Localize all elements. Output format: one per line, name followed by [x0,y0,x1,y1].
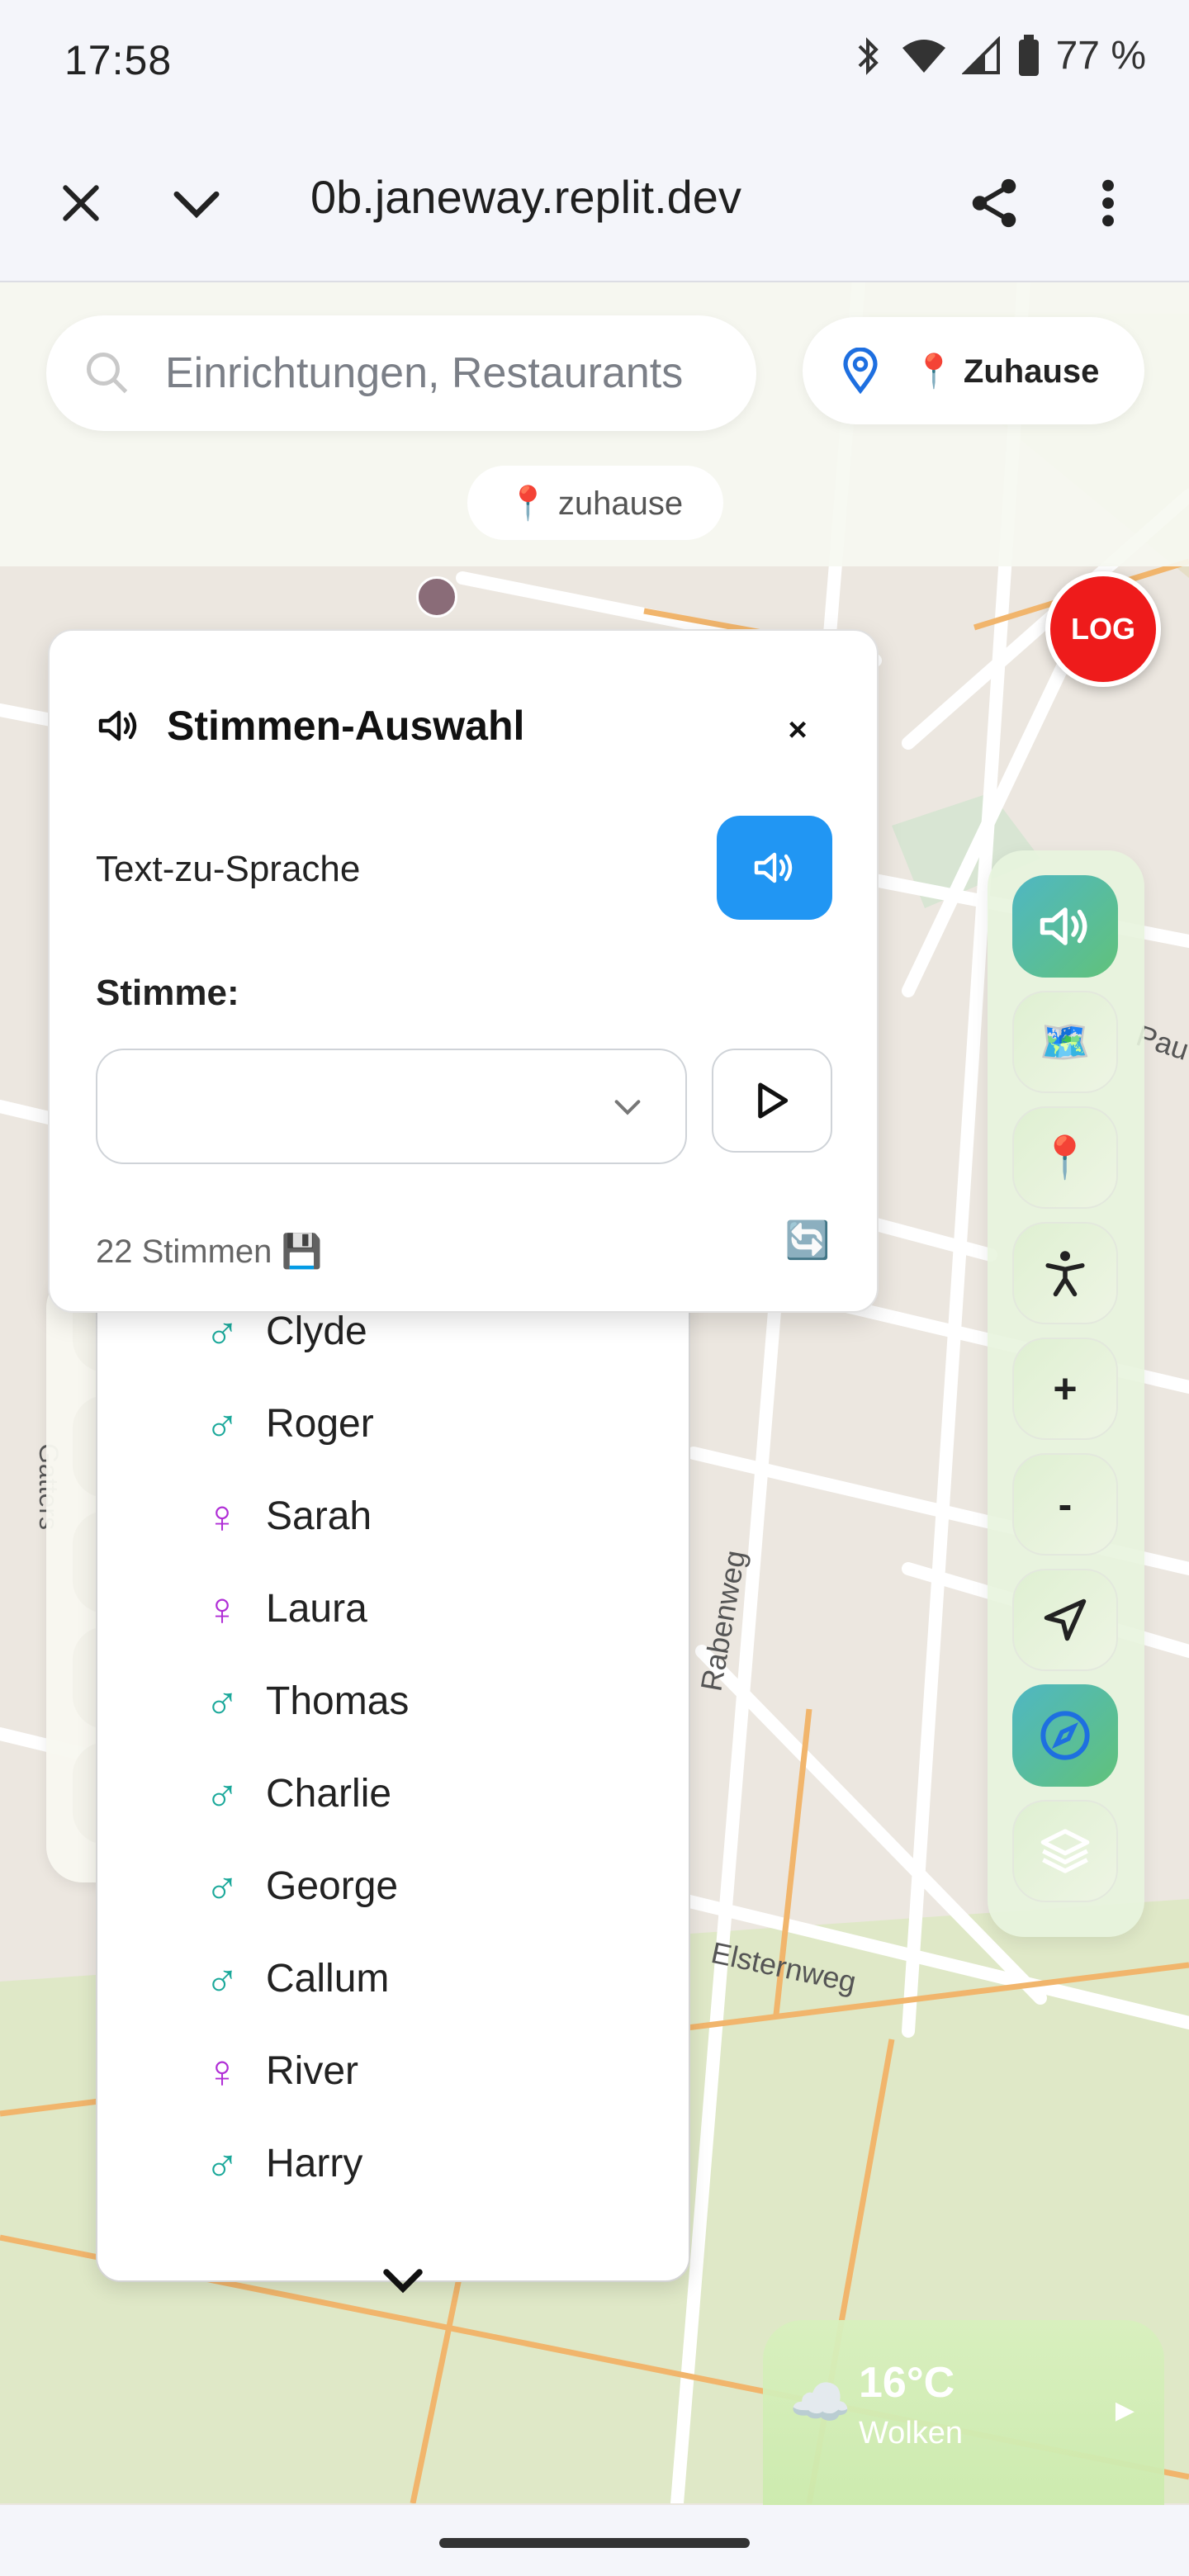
url-bar[interactable]: 0b.janeway.replit.dev [310,170,822,224]
male-icon: ♂ [205,2137,239,2190]
list-item[interactable]: ♂ Thomas [205,1660,409,1742]
play-icon [758,1082,789,1119]
accessibility-button[interactable] [1012,1222,1118,1324]
list-item[interactable]: ♂ Charlie [205,1752,391,1835]
list-item[interactable]: ♀ Laura [205,1567,367,1650]
expand-arrow-icon[interactable]: ▶ [1116,2396,1135,2425]
close-icon[interactable] [41,163,121,243]
weather-temperature: 16°C [859,2359,955,2407]
tts-label: Text-zu-Sprache [96,849,361,889]
chevron-down-icon [614,1100,641,1115]
male-icon: ♂ [205,1397,239,1450]
battery-level: 77 % [1055,34,1146,78]
layers-button[interactable] [1012,1800,1118,1902]
female-icon: ♀ [205,1582,239,1635]
voice-dropdown-list[interactable]: ♂ Clyde ♂ Roger ♀ Sarah ♀ Laura ♂ Thomas ♂ Cha… [96,1288,690,2294]
voice-name: Roger [266,1401,374,1446]
map-style-button[interactable]: 🗺️ [1012,991,1118,1093]
cloud-icon: ☁️ [789,2375,851,2430]
speaker-icon [98,710,137,741]
location-pin-icon [843,348,878,394]
play-preview-button[interactable] [712,1049,832,1153]
hotel-poi-icon[interactable] [416,576,457,618]
voice-count: 22 Stimmen 💾 [96,1234,323,1270]
accessibility-icon [1045,1251,1085,1297]
list-item[interactable]: ♀ Sarah [205,1475,372,1557]
speaker-icon [754,852,793,883]
navigate-icon [1044,1598,1087,1641]
male-icon: ♂ [205,1767,239,1820]
chevron-down-icon[interactable] [378,2264,428,2297]
map-icon: 🗺️ [1039,1018,1092,1065]
wifi-icon [901,36,947,76]
compass-button[interactable] [1012,1684,1118,1787]
speaker-icon [1040,907,1087,945]
list-item[interactable]: ♂ Roger [205,1382,374,1465]
map-controls-toolbar: 🗺️ 📍 + - [988,850,1144,1937]
voice-label: Stimme: [96,973,239,1013]
clock: 17:58 [64,37,173,83]
weather-description: Wolken [859,2416,964,2451]
close-button[interactable]: × [765,697,831,763]
list-item[interactable]: ♂ Harry [205,2122,362,2204]
status-bar: 17:58 77 % [0,0,1189,122]
browser-toolbar: 0b.janeway.replit.dev [0,122,1189,282]
location-chip[interactable]: 📍 zuhause [467,466,723,540]
dialog-header: Stimmen-Auswahl [96,702,524,750]
share-icon[interactable] [955,163,1034,243]
layers-icon [1040,1829,1090,1873]
pin-button[interactable]: 📍 [1012,1106,1118,1209]
female-icon: ♀ [205,1489,239,1542]
more-icon[interactable] [1068,163,1148,243]
voice-name: Sarah [266,1494,372,1538]
speaker-button[interactable] [1012,875,1118,978]
zoom-in-button[interactable]: + [1012,1338,1118,1440]
home-handle[interactable] [439,2538,750,2548]
search-input[interactable]: Einrichtungen, Restaurants [165,348,710,398]
voice-selection-dialog: Stimmen-Auswahl × Text-zu-Sprache Stimme… [48,629,879,1313]
list-item[interactable]: ♂ George [205,1844,398,1927]
search-bar[interactable]: Einrichtungen, Restaurants [46,315,756,431]
battery-icon [1016,34,1041,78]
signal-icon [961,36,1002,76]
voice-select[interactable] [96,1049,687,1164]
voice-name: River [266,2048,359,2093]
log-button[interactable]: LOG [1045,571,1161,687]
list-item[interactable]: ♂ Callum [205,1937,389,2020]
refresh-icon[interactable]: 🔄 [776,1209,839,1271]
home-location-label: 📍 Zuhause [913,353,1100,390]
female-icon: ♀ [205,2044,239,2097]
voice-name: Thomas [266,1679,410,1723]
list-item[interactable]: ♀ River [205,2029,358,2112]
chevron-down-icon[interactable] [157,163,236,243]
male-icon: ♂ [205,1952,239,2005]
voice-name: Harry [266,2141,363,2185]
tts-toggle-button[interactable] [717,816,832,920]
status-icons: 77 % [853,33,1146,78]
pin-icon: 📍 [1039,1134,1092,1181]
male-icon: ♂ [205,1674,239,1727]
voice-name: George [266,1863,399,1908]
compass-icon [1040,1711,1090,1760]
male-icon: ♂ [205,1859,239,1912]
dialog-title: Stimmen-Auswahl [167,703,525,749]
home-location-button[interactable]: 📍 Zuhause [803,317,1144,424]
voice-name: Callum [266,1956,390,2001]
navigate-button[interactable] [1012,1569,1118,1671]
voice-name: Charlie [266,1771,392,1816]
voice-name: Clyde [266,1309,367,1353]
voice-name: Laura [266,1586,367,1631]
system-nav-bar [0,2505,1189,2576]
search-icon [87,353,128,394]
bluetooth-icon [853,36,886,76]
zoom-out-button[interactable]: - [1012,1453,1118,1556]
